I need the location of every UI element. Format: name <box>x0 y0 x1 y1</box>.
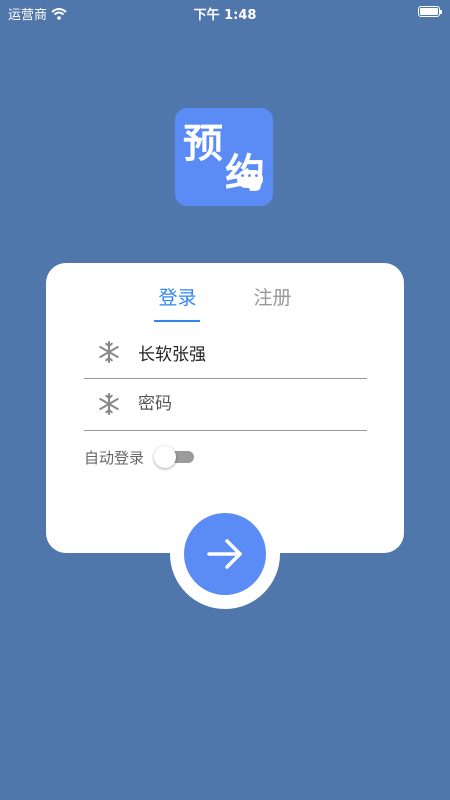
battery-icon <box>418 6 442 17</box>
password-input[interactable] <box>138 394 318 414</box>
snowflake-icon <box>99 393 119 415</box>
auto-login-toggle[interactable] <box>154 446 195 468</box>
status-time: 下午 1:48 <box>193 8 257 23</box>
tab-login[interactable]: 登录 <box>154 281 201 322</box>
auto-login-label: 自动登录 <box>84 448 145 467</box>
username-field <box>84 326 367 379</box>
arrow-right-icon <box>207 539 242 569</box>
auto-login-row: 自动登录 <box>84 446 195 468</box>
username-input[interactable] <box>138 342 318 362</box>
chat-bubble-icon <box>237 170 263 188</box>
snowflake-icon <box>99 341 119 363</box>
tab-register[interactable]: 注册 <box>250 281 296 320</box>
status-bar: 运营商 下午 1:48 <box>0 0 450 24</box>
app-logo: 预 约 <box>175 108 273 206</box>
auth-tabs: 登录 注册 <box>46 281 404 322</box>
logo-char-1: 预 <box>183 121 223 167</box>
toggle-knob <box>154 446 177 468</box>
password-field <box>84 378 367 431</box>
submit-button[interactable] <box>184 513 266 595</box>
